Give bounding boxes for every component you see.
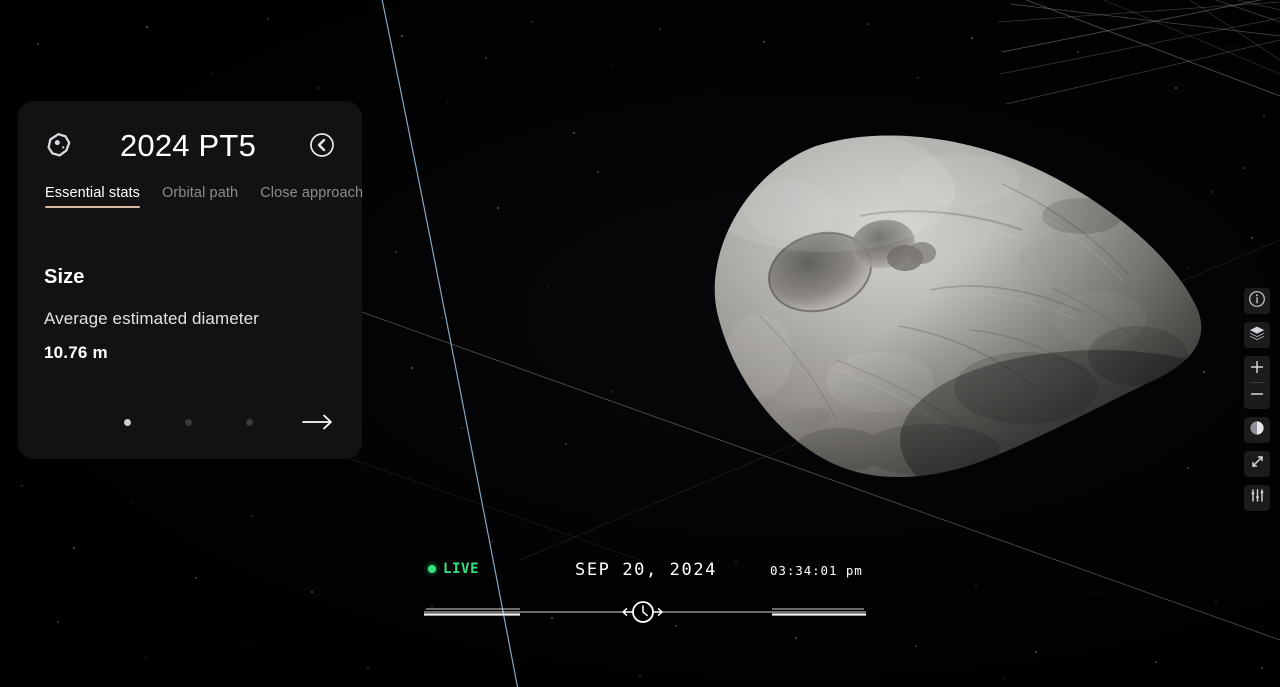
stat-value: 10.76 m	[44, 343, 336, 363]
chevron-left-circle-icon[interactable]	[308, 131, 336, 159]
plus-icon	[1249, 359, 1265, 380]
contrast-icon	[1248, 419, 1266, 442]
live-status-dot	[428, 565, 436, 573]
zoom-controls	[1244, 356, 1270, 409]
size-stat-block: Size Average estimated diameter 10.76 m	[44, 266, 336, 405]
info-button[interactable]	[1244, 288, 1270, 314]
panel-tabs: Essential stats Orbital path Close appro…	[44, 185, 336, 208]
settings-button[interactable]	[1244, 485, 1270, 511]
tab-essential-stats[interactable]: Essential stats	[45, 185, 140, 208]
contrast-button[interactable]	[1244, 417, 1270, 443]
info-icon	[1248, 290, 1266, 313]
tab-orbital-path[interactable]: Orbital path	[162, 185, 238, 208]
page-title: 2024 PT5	[74, 130, 308, 161]
pagination-dot-1[interactable]	[124, 419, 131, 426]
viewer-stage: 2024 PT5 Essential stats Orbital path Cl…	[0, 0, 1280, 687]
timeline-time[interactable]: 03:34:01 pm	[770, 563, 863, 578]
zoom-in-button[interactable]	[1244, 356, 1270, 382]
panel-header: 2024 PT5	[44, 123, 336, 167]
live-label: LIVE	[443, 561, 479, 577]
minus-icon	[1249, 386, 1265, 407]
pagination-dots	[124, 419, 253, 426]
stat-label: Average estimated diameter	[44, 309, 336, 329]
live-indicator[interactable]: LIVE	[428, 561, 479, 577]
layers-button[interactable]	[1244, 322, 1270, 348]
asteroid-icon	[44, 130, 74, 160]
arrow-right-icon[interactable]	[302, 413, 334, 431]
timeline-track[interactable]	[0, 597, 1280, 627]
pagination-dot-2[interactable]	[185, 419, 192, 426]
viewer-toolbar	[1244, 288, 1270, 511]
timeline-date[interactable]: SEP 20, 2024	[575, 560, 717, 580]
zoom-out-button[interactable]	[1244, 383, 1270, 409]
asteroid-info-panel: 2024 PT5 Essential stats Orbital path Cl…	[18, 101, 362, 459]
timeline-scrubber	[623, 602, 662, 622]
fullscreen-button[interactable]	[1244, 451, 1270, 477]
pagination-dot-3[interactable]	[246, 419, 253, 426]
sliders-icon	[1249, 487, 1266, 509]
panel-footer	[44, 405, 336, 439]
stat-heading: Size	[44, 266, 336, 289]
layers-icon	[1248, 324, 1266, 347]
tab-close-approach[interactable]: Close approach	[260, 185, 363, 208]
expand-icon	[1249, 453, 1266, 475]
